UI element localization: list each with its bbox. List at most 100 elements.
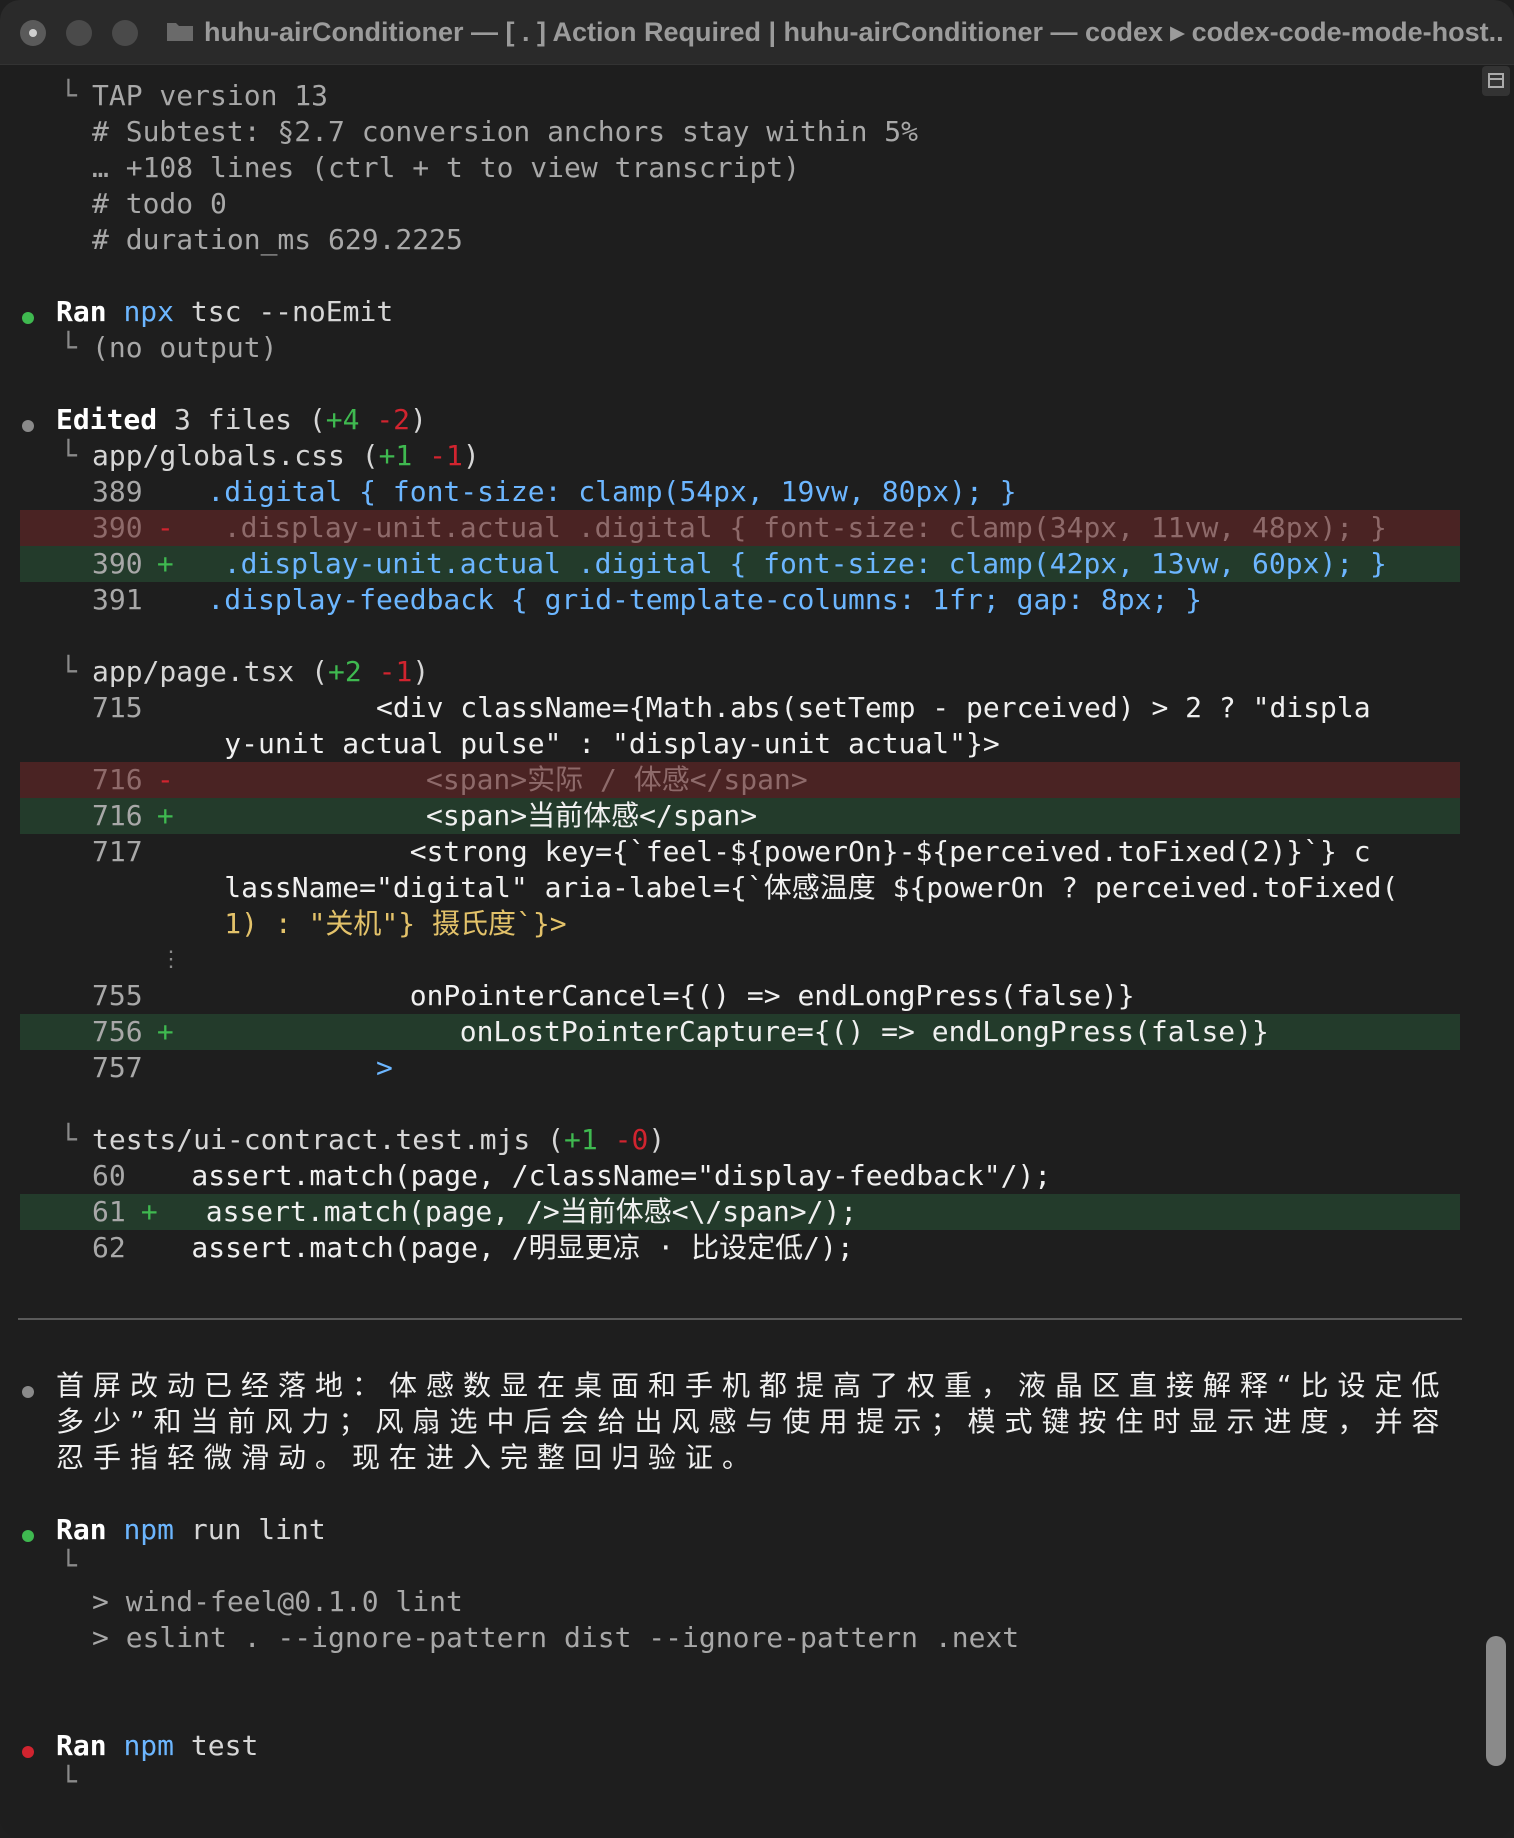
code-line: onPointerCancel={() => endLongPress(fals… (140, 979, 1135, 1012)
code-line-wrap: y-unit actual pulse" : "display-unit act… (140, 727, 1000, 760)
diff-plus-marker: + (124, 1195, 158, 1228)
info-bullet-icon (22, 420, 34, 432)
added-count: +2 (328, 655, 362, 688)
line-number: 61 (92, 1195, 126, 1228)
command-output: > eslint . --ignore-pattern dist --ignor… (92, 1621, 1020, 1654)
paren-close: ) (410, 403, 427, 436)
line-number: 62 (92, 1231, 126, 1264)
file-name: tests/ui-contract.test.mjs ( (92, 1123, 565, 1156)
file-header: app/globals.css (+1 -1) (92, 438, 480, 474)
tap-line: … +108 lines (ctrl + t to view transcrip… (92, 151, 801, 184)
tap-line: TAP version 13 (92, 79, 329, 112)
command-name: npx (123, 295, 175, 328)
window-title: huhu-airConditioner — [ . ] Action Requi… (204, 17, 1504, 47)
title-bar: huhu-airConditioner — [ . ] Action Requi… (0, 0, 1514, 65)
code-line: <span>当前体感</span> (190, 799, 758, 832)
code-line: <span>实际 / 体感</span> (190, 763, 808, 796)
code-line: .display-unit.actual .digital { font-siz… (190, 511, 1387, 544)
line-number: 755 (92, 979, 143, 1012)
running-bullet-icon (22, 1746, 34, 1758)
minimize-window-button[interactable] (66, 20, 92, 46)
section-divider (18, 1318, 1462, 1320)
tree-connector: └ (60, 1123, 77, 1156)
file-header: tests/ui-contract.test.mjs (+1 -0) (92, 1122, 665, 1158)
edited-label: Edited (56, 403, 158, 436)
tap-line: # todo 0 (92, 187, 227, 220)
diff-plus-marker: + (140, 547, 174, 580)
removed-count: -0 (614, 1123, 649, 1156)
file-header: app/page.tsx (+2 -1) (92, 654, 429, 690)
code-line: .display-feedback { grid-template-column… (140, 583, 1203, 616)
tree-connector: └ (60, 79, 77, 112)
ran-label: Ran (56, 1513, 107, 1546)
ran-label: Ran (56, 1729, 107, 1762)
code-line-wrap: 1) : "关机"} 摄氏度`}> (140, 907, 567, 940)
collapsed-lines-ellipsis: ⋮ (160, 947, 182, 972)
tree-connector: └ (60, 439, 77, 472)
command-args: test (174, 1729, 259, 1762)
command-output: (no output) (92, 331, 278, 364)
edited-summary: Edited 3 files (+4 -2) (56, 402, 427, 438)
ran-label: Ran (56, 295, 107, 328)
assistant-message: 首屏改动已经落地：体感数显在桌面和手机都提高了权重，液晶区直接解释“比设定低多少… (56, 1369, 1449, 1474)
file-name: app/globals.css ( (92, 439, 379, 472)
added-count: +1 (564, 1123, 598, 1156)
line-number: 716 (92, 763, 143, 796)
paren-close: ) (462, 439, 480, 472)
command-args: tsc (174, 295, 259, 328)
tree-connector: └ (60, 1549, 77, 1582)
line-number: 716 (92, 799, 143, 832)
ran-tsc-line: Ran npx tsc --noEmit (56, 294, 393, 330)
diff-minus-marker: - (140, 511, 174, 544)
line-number: 60 (92, 1159, 126, 1192)
success-bullet-icon (22, 1530, 34, 1542)
diff-plus-marker: + (140, 1015, 174, 1048)
line-number: 390 (92, 547, 143, 580)
folder-icon (167, 23, 193, 41)
line-number: 389 (92, 475, 143, 508)
paren-close: ) (412, 655, 430, 688)
sidebar-toggle-button[interactable] (1482, 66, 1510, 96)
info-bullet-icon (22, 1386, 34, 1398)
success-bullet-icon (22, 312, 34, 324)
line-number: 715 (92, 691, 143, 724)
tree-connector: └ (60, 331, 77, 364)
code-line: > (140, 1051, 393, 1084)
ran-lint-line: Ran npm run lint (56, 1512, 326, 1548)
diff-minus-marker: - (140, 763, 174, 796)
code-line: onLostPointerCapture={() => endLongPress… (190, 1015, 1269, 1048)
tap-line: # Subtest: §2.7 conversion anchors stay … (92, 115, 919, 148)
ran-test-line: Ran npm test (56, 1728, 258, 1764)
line-number: 756 (92, 1015, 143, 1048)
removed-count: -1 (378, 655, 413, 688)
list-icon (1488, 73, 1504, 88)
edited-count: 3 files ( (157, 403, 326, 436)
terminal-content: └ TAP version 13 # Subtest: §2.7 convers… (0, 64, 1490, 1838)
line-number: 757 (92, 1051, 143, 1084)
command-name: npm (123, 1513, 175, 1546)
line-number: 391 (92, 583, 143, 616)
tap-line: # duration_ms 629.2225 (92, 223, 463, 256)
diff-plus-marker: + (140, 799, 174, 832)
code-line: assert.match(page, /className="display-f… (124, 1159, 1052, 1192)
line-number: 717 (92, 835, 143, 868)
paren-close: ) (648, 1123, 666, 1156)
code-line: .digital { font-size: clamp(54px, 19vw, … (140, 475, 1017, 508)
removed-count: -1 (429, 439, 463, 472)
removed-count: -2 (376, 403, 411, 436)
tree-connector: └ (60, 1765, 77, 1798)
tree-connector: └ (60, 655, 77, 688)
close-window-button[interactable] (20, 20, 46, 46)
vertical-scrollbar[interactable] (1486, 1636, 1506, 1766)
added-count: +4 (325, 403, 360, 436)
command-output: > wind-feel@0.1.0 lint (92, 1585, 463, 1618)
terminal-window: huhu-airConditioner — [ . ] Action Requi… (0, 0, 1514, 1838)
line-number: 390 (92, 511, 143, 544)
code-line: assert.match(page, /明显更凉 · 比设定低/); (124, 1231, 854, 1264)
file-name: app/page.tsx ( (92, 655, 329, 688)
code-line: <strong key={`feel-${powerOn}-${perceive… (140, 835, 1371, 868)
code-line: assert.match(page, />当前体感<\/span>/); (172, 1195, 858, 1228)
zoom-window-button[interactable] (112, 20, 138, 46)
command-args: run lint (174, 1513, 326, 1546)
code-line: <div className={Math.abs(setTemp - perce… (140, 691, 1371, 724)
